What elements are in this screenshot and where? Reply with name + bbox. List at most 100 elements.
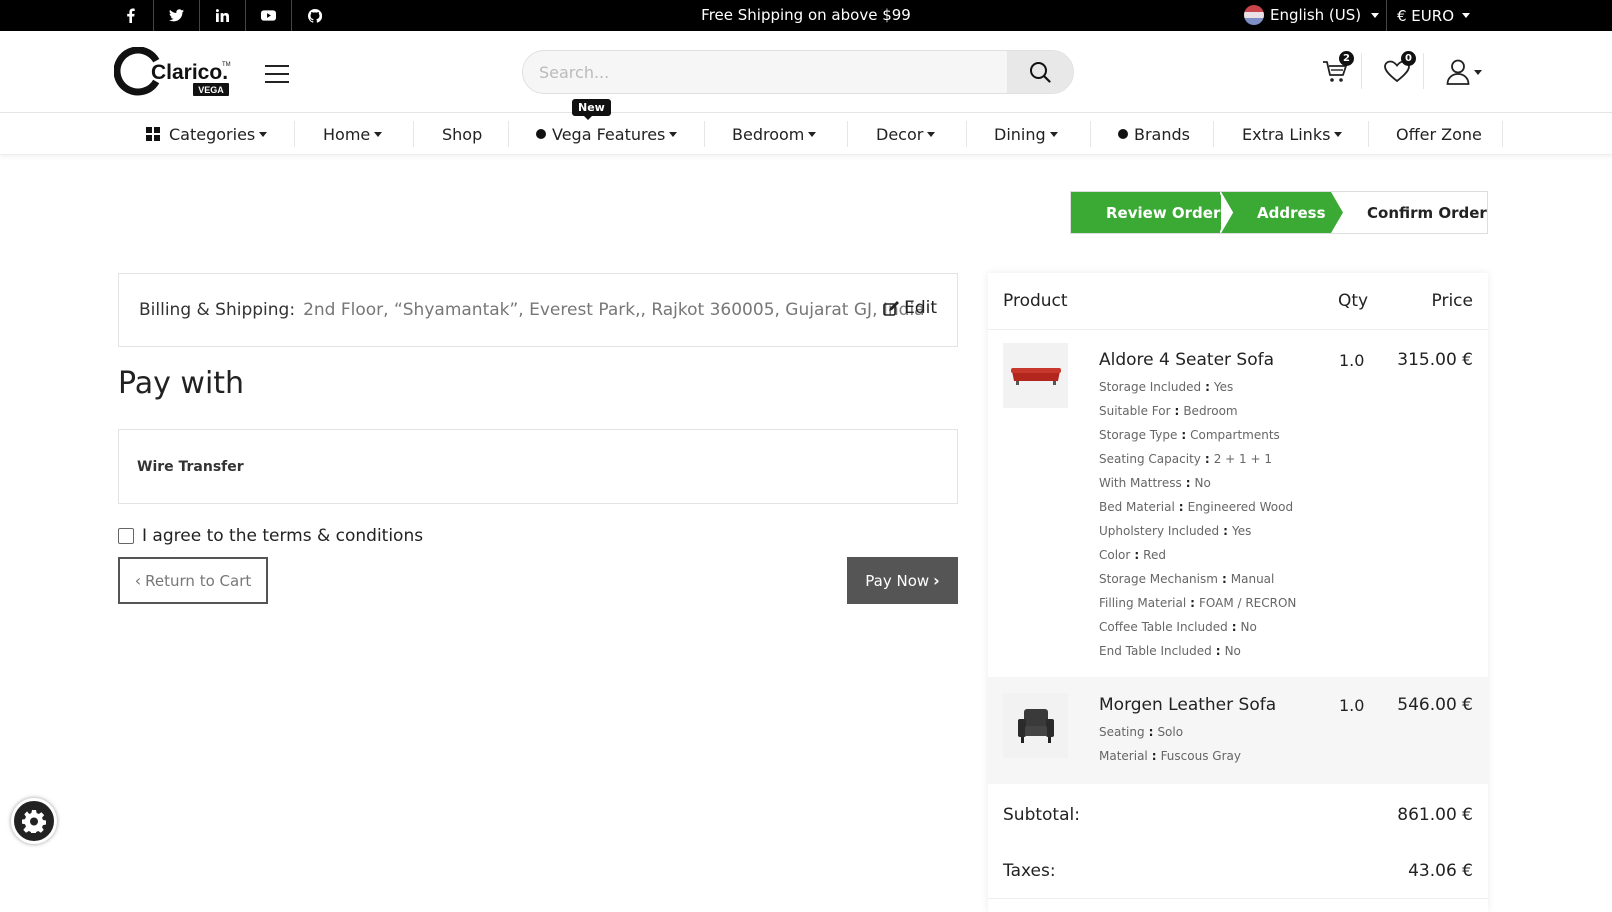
terms-row: I agree to the terms & conditions (118, 526, 423, 546)
payment-method-label: Wire Transfer (137, 458, 244, 475)
taxes-row: Taxes: 43.06 € (988, 843, 1488, 899)
taxes-label: Taxes: (1003, 861, 1056, 881)
logo-trademark: TM (222, 62, 231, 68)
nav-label: Vega Features (552, 124, 666, 144)
dot-icon (1118, 129, 1128, 139)
nav-offer-zone[interactable]: Offer Zone (1396, 113, 1482, 155)
red-sofa-image (1010, 367, 1061, 385)
product-price: 546.00 € (1397, 695, 1473, 715)
chevron-down-icon (374, 131, 383, 137)
nav-label: Offer Zone (1396, 124, 1482, 144)
chevron-down-icon (927, 131, 936, 137)
checkout-steps: Review Order Address Confirm Order (1070, 191, 1488, 234)
grid-icon (146, 127, 160, 141)
col-price: Price (1431, 291, 1473, 311)
nav-categories[interactable]: Categories (146, 113, 268, 155)
col-qty: Qty (1338, 291, 1369, 311)
order-summary: Product Qty Price Aldore 4 Seater Sofa 1… (988, 273, 1488, 912)
attribute: End Table Included: No (1099, 644, 1241, 658)
chevron-left-icon: ‹ (134, 571, 142, 590)
product-name[interactable]: Morgen Leather Sofa (1099, 695, 1276, 715)
billing-shipping-box: Billing & Shipping: 2nd Floor, “Shyamant… (118, 273, 958, 347)
attribute: Seating: Solo (1099, 725, 1184, 739)
site-logo[interactable]: Clarico. TM VEGA (113, 46, 234, 99)
new-badge: New (572, 99, 611, 120)
language-label: English (US) (1270, 6, 1362, 24)
currency-selector[interactable]: € EURO (1386, 0, 1470, 31)
search-button[interactable] (1007, 51, 1073, 93)
attribute: With Mattress: No (1099, 476, 1211, 490)
language-selector[interactable]: English (US) (1244, 5, 1380, 25)
edit-address-button[interactable]: Edit (883, 298, 937, 318)
taxes-value: 43.06 € (1408, 861, 1473, 881)
dot-icon (536, 129, 546, 139)
attribute: Coffee Table Included: No (1099, 620, 1257, 634)
chevron-down-icon (669, 131, 678, 137)
logo-badge: VEGA (198, 85, 224, 95)
pay-now-label: Pay Now (865, 571, 930, 590)
nav-vega-features[interactable]: Vega Features (536, 113, 678, 155)
attribute: Suitable For: Bedroom (1099, 404, 1238, 418)
nav-dining[interactable]: Dining (994, 113, 1058, 155)
currency-label: € EURO (1397, 6, 1454, 25)
attribute: Storage Included: Yes (1099, 380, 1234, 394)
site-header: Clarico. TM VEGA 2 0 (0, 31, 1612, 113)
product-image[interactable] (1003, 693, 1068, 758)
nav-label: Categories (169, 124, 256, 144)
terms-label[interactable]: I agree to the terms & conditions (142, 526, 423, 546)
product-image[interactable] (1003, 343, 1068, 408)
wishlist-button[interactable]: 0 (1380, 51, 1416, 89)
chevron-down-icon (808, 131, 817, 137)
nav-label: Dining (994, 124, 1046, 144)
payment-method-wire-transfer[interactable]: Wire Transfer (118, 429, 958, 504)
attribute: Material: Fuscous Gray (1099, 749, 1241, 763)
search-input[interactable] (523, 51, 1009, 93)
edit-label: Edit (904, 298, 937, 318)
step-address[interactable]: Address (1257, 192, 1326, 233)
attribute: Upholstery Included: Yes (1099, 524, 1252, 538)
return-label: Return to Cart (145, 571, 252, 590)
cart-button[interactable]: 2 (1318, 51, 1354, 89)
attribute: Color: Red (1099, 548, 1166, 562)
chevron-right-icon: › (933, 571, 940, 590)
settings-gear-button[interactable] (11, 798, 57, 844)
gear-icon (22, 810, 46, 833)
nav-brands[interactable]: Brands (1118, 113, 1190, 155)
hamburger-menu-icon[interactable] (265, 65, 289, 83)
summary-header: Product Qty Price (988, 273, 1488, 330)
chevron-down-icon (259, 131, 268, 137)
nav-label: Brands (1134, 124, 1190, 144)
product-attributes: Seating: Solo Material: Fuscous Gray (1099, 720, 1241, 768)
account-menu[interactable] (1440, 55, 1488, 89)
edit-icon (883, 300, 900, 316)
step-review-order[interactable]: Review Order (1106, 192, 1221, 233)
billing-label: Billing & Shipping: (139, 300, 296, 320)
chevron-down-icon (1371, 12, 1380, 18)
pay-now-button[interactable]: Pay Now › (847, 557, 958, 604)
nav-decor[interactable]: Decor (876, 113, 936, 155)
product-row: Aldore 4 Seater Sofa 1.0 315.00 € Storag… (988, 330, 1488, 666)
product-attributes: Storage Included: Yes Suitable For: Bedroo… (1099, 375, 1296, 663)
nav-label: Home (323, 124, 371, 144)
product-qty: 1.0 (1339, 351, 1365, 370)
nav-home[interactable]: Home (323, 113, 383, 155)
attribute: Storage Type: Compartments (1099, 428, 1280, 442)
return-to-cart-button[interactable]: ‹ Return to Cart (118, 557, 268, 604)
nav-bedroom[interactable]: Bedroom (732, 113, 817, 155)
nav-label: Shop (442, 124, 483, 144)
attribute: Storage Mechanism: Manual (1099, 572, 1275, 586)
chevron-down-icon (1049, 131, 1058, 137)
nav-label: Bedroom (732, 124, 805, 144)
nav-extra-links[interactable]: Extra Links (1242, 113, 1343, 155)
chevron-down-icon (1474, 69, 1482, 75)
product-price: 315.00 € (1397, 350, 1473, 370)
wishlist-count-badge: 0 (1401, 51, 1416, 66)
pay-with-heading: Pay with (118, 366, 245, 401)
product-name[interactable]: Aldore 4 Seater Sofa (1099, 350, 1274, 370)
terms-checkbox[interactable] (118, 528, 134, 544)
chevron-down-icon (1462, 13, 1470, 18)
chevron-down-icon (1334, 131, 1343, 137)
nav-shop[interactable]: Shop (442, 113, 482, 155)
product-qty: 1.0 (1339, 696, 1365, 715)
nav-label: Extra Links (1242, 124, 1331, 144)
